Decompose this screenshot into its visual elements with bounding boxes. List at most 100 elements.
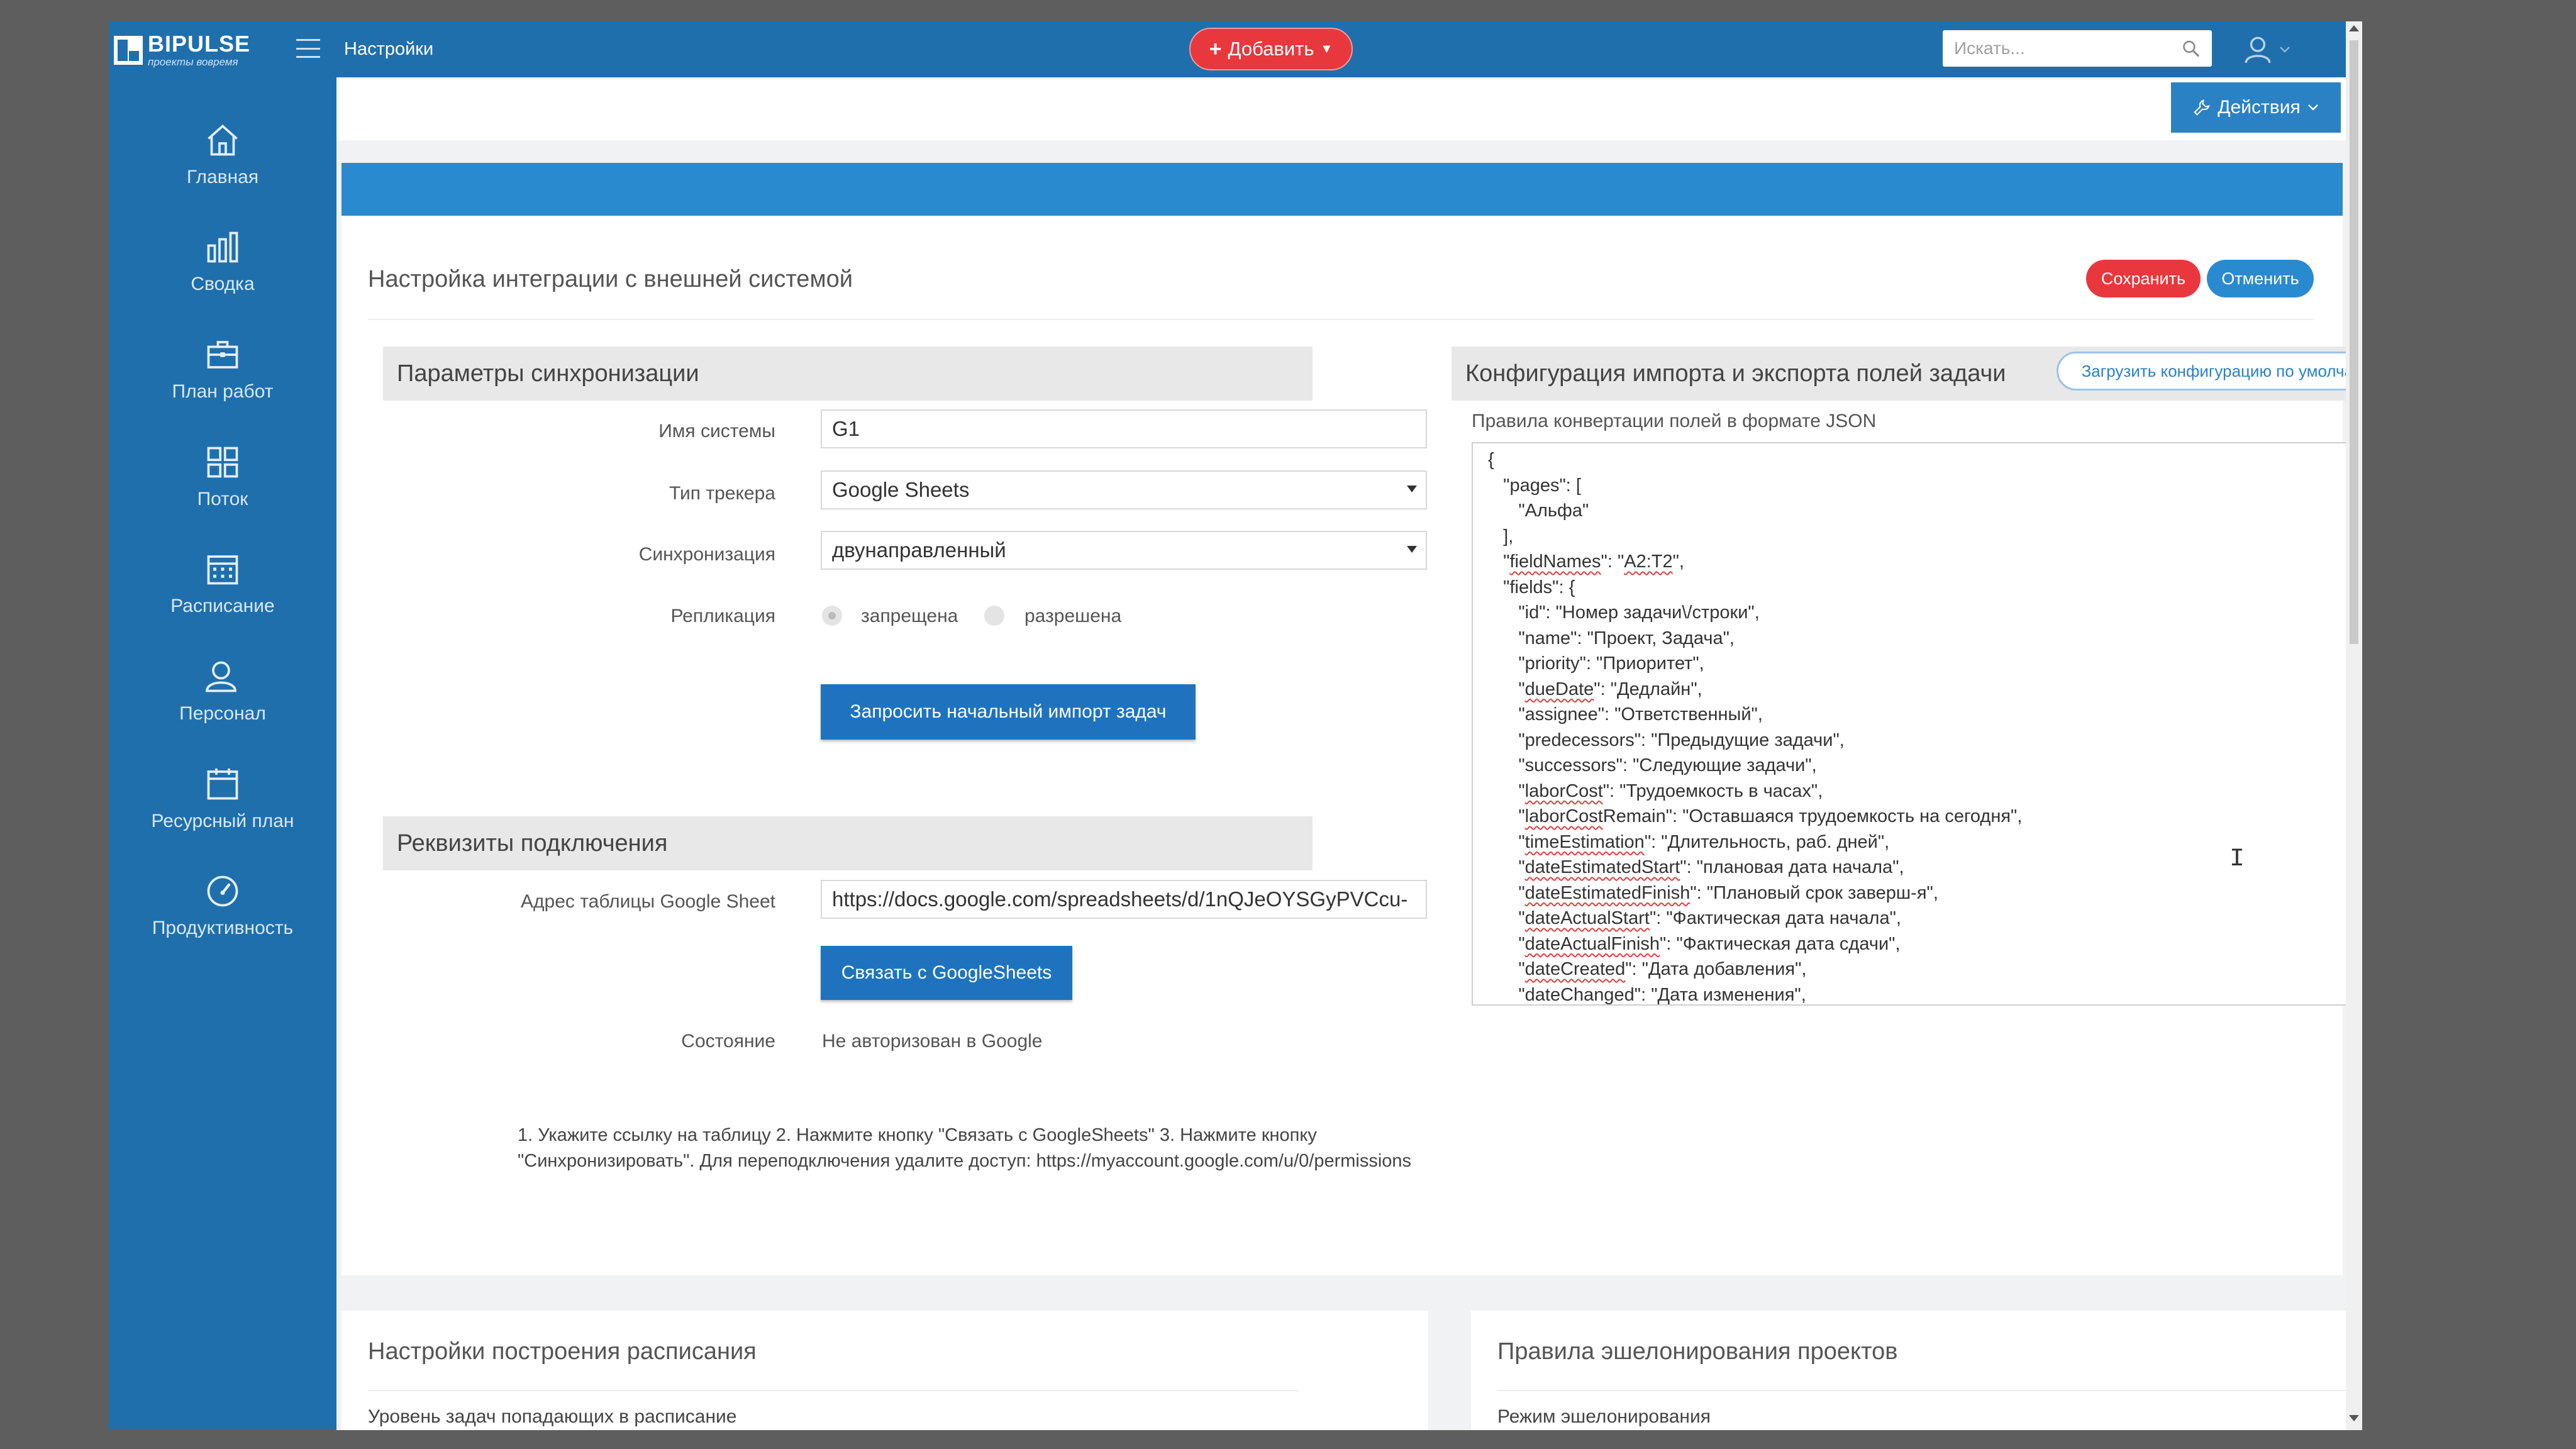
wrench-icon [2194,99,2210,116]
header-band [341,163,2343,216]
json-line: "assignee": "Ответственный", [1488,704,1763,724]
json-line: "laborCostRemain": "Оставшаяся трудоемко… [1488,806,2023,826]
json-line: ], [1488,526,1514,547]
json-line: "predecessors": "Предыдущие задачи", [1488,730,1845,750]
json-lines: { "pages": [ "Альфа" ], "fieldNames": "A… [1488,447,2023,1005]
load-default-config-button[interactable]: Загрузить конфигурацию по умолчанию [2057,352,2346,391]
schedule-settings-title: Настройки построения расписания [368,1338,757,1365]
divider [368,319,2314,320]
json-line: "dateChanged": "Дата изменения", [1488,984,1806,1005]
page-title: Настройка интеграции с внешней системой [368,266,853,292]
sidebar-item-flow[interactable]: Поток [109,432,336,526]
help-text: 1. Укажите ссылку на таблицу 2. Нажмите … [518,1125,1412,1171]
resource-calendar-icon [207,769,238,800]
calendar-icon [207,555,238,585]
page-scrollbar[interactable] [2346,21,2362,1430]
project-leveling-title: Правила эшелонирования проектов [1497,1338,1898,1365]
add-button[interactable]: + Добавить ▼ [1189,28,1353,70]
replication-allowed-label: разрешена [1024,606,1122,626]
divider [1497,1390,2346,1391]
schedule-settings-panel: Настройки построения расписания Уровень … [341,1311,1428,1430]
sync-mode-select[interactable]: двунаправленный [821,531,1427,570]
sidebar-item-schedule[interactable]: Расписание [109,539,336,633]
json-line: "dueDate": "Дедлайн", [1488,679,1702,699]
json-line: "fields": { [1488,577,1575,597]
sidebar-item-resource-plan[interactable]: Ресурсный план [109,754,336,848]
sync-params-heading: Параметры синхронизации [383,347,1313,401]
request-import-button[interactable]: Запросить начальный импорт задач [821,684,1196,740]
app-window: BIPULSE проекты вовремя Настройки + Доба… [109,21,2346,1430]
sync-mode-value: двунаправленный [832,538,1006,562]
page-scrollbar-thumb[interactable] [2350,40,2358,644]
person-icon [206,661,236,692]
json-line: "Альфа" [1488,501,1589,521]
replication-allowed-radio[interactable] [984,606,1004,626]
json-line: "dateEstimatedStart": "плановая дата нач… [1488,857,1904,877]
scroll-up-icon[interactable] [2349,25,2359,31]
json-line: "dateCreated": "Дата добавления", [1488,959,1807,979]
save-button[interactable]: Сохранить [2086,260,2201,297]
sheet-url-input[interactable]: https://docs.google.com/spreadsheets/d/1… [821,880,1427,919]
sync-mode-label: Синхронизация [638,544,775,565]
search-box [1943,30,2212,67]
logo[interactable]: BIPULSE проекты вовремя [114,33,250,67]
sidebar-item-summary[interactable]: Сводка [109,217,336,311]
system-name-input[interactable]: G1 [821,409,1427,448]
actions-button[interactable]: Действия [2171,82,2341,133]
search-input[interactable] [1954,38,2181,58]
user-icon [2245,36,2271,64]
gauge-icon [207,875,238,907]
json-line: "timeEstimation": "Длительность, раб. дн… [1488,831,1890,852]
json-line: "pages": [ [1488,475,1581,496]
replication-forbidden-radio[interactable] [822,606,842,626]
menu-toggle-icon[interactable] [296,39,320,58]
json-line: "dateActualFinish": "Фактическая дата сд… [1488,933,1901,954]
json-line: { [1488,450,1494,470]
json-line: "id": "Номер задачи\/строки", [1488,602,1760,623]
dropdown-arrow-icon [1407,546,1417,553]
briefcase-icon [207,341,238,369]
json-line: "laborCost": "Трудоемкость в часах", [1488,780,1823,801]
dropdown-arrow-icon [1407,486,1417,492]
json-line: "fieldNames": "A2:T2", [1488,552,1684,572]
sidebar: Главная Сводка План работ Поток Расписан… [109,77,336,1430]
connect-googlesheets-button[interactable]: Связать с GoogleSheets [821,946,1072,1000]
json-rules-label: Правила конвертации полей в формате JSON [1472,411,1877,431]
sidebar-item-work-plan[interactable]: План работ [109,325,336,419]
tracker-type-label: Тип трекера [669,483,775,504]
tracker-type-select[interactable]: Google Sheets [821,470,1427,509]
sidebar-item-staff[interactable]: Персонал [109,647,336,741]
leveling-mode-label: Режим эшелонирования [1497,1406,1711,1427]
logo-mark-icon [114,35,143,65]
schedule-level-label: Уровень задач попадающих в расписание [368,1406,737,1427]
chevron-down-icon [2280,47,2290,53]
scroll-down-icon[interactable] [2349,1415,2359,1421]
chevron-down-icon: ▼ [1320,42,1333,56]
actions-bar: Действия [336,77,2346,140]
bar-chart-icon [207,231,238,263]
logo-name: BIPULSE [148,31,251,57]
user-menu[interactable] [2242,34,2291,65]
system-name-label: Имя системы [658,421,775,441]
sidebar-item-home[interactable]: Главная [109,110,336,204]
logo-tagline: проекты вовремя [148,56,238,68]
cancel-button[interactable]: Отменить [2207,260,2314,297]
replication-forbidden-label: запрещена [861,606,958,626]
add-button-label: Добавить [1228,38,1314,60]
home-icon [208,124,238,156]
connection-heading: Реквизиты подключения [383,816,1313,870]
sidebar-item-productivity[interactable]: Продуктивность [109,861,336,955]
chevron-down-icon [2307,104,2318,111]
status-label: Состояние [681,1031,775,1052]
sheet-url-label: Адрес таблицы Google Sheet [521,891,775,912]
divider [368,1390,1299,1391]
json-config-editor[interactable]: { "pages": [ "Альфа" ], "fieldNames": "A… [1472,442,2346,1006]
json-line: "priority": "Приоритет", [1488,653,1704,674]
json-line: "name": "Проект, Задача", [1488,628,1735,648]
page-title-top: Настройки [344,39,434,59]
plus-icon: + [1209,36,1222,61]
json-line: "dateActualStart": "Фактическая дата нач… [1488,908,1901,928]
text-cursor-icon: I [2229,845,2245,874]
replication-label: Репликация [670,606,775,626]
search-icon[interactable] [2181,38,2201,59]
